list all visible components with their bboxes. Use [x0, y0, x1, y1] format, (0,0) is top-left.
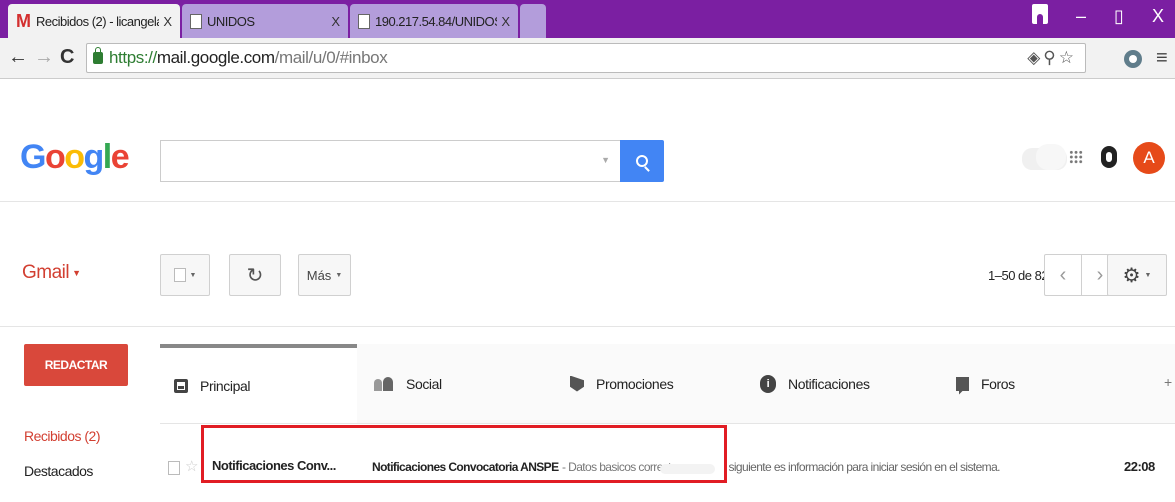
tab-ip-address[interactable]: 190.217.54.84/UNIDOS_Ec X [350, 4, 518, 38]
tag-icon [570, 375, 584, 392]
message-time: 22:08 [1124, 459, 1155, 474]
google-logo[interactable]: Google [20, 138, 130, 177]
address-bar[interactable]: https://mail.google.com/mail/u/0/#inbox … [86, 43, 1086, 73]
chevron-down-icon: ▼ [335, 271, 343, 279]
sidebar-item-starred[interactable]: Destacados [24, 463, 93, 479]
tab-title: UNIDOS [207, 13, 255, 29]
search-input[interactable]: ▼ [160, 140, 620, 182]
category-tabs: Principal Social Promociones i Notificac… [160, 344, 1175, 424]
people-icon [374, 376, 394, 391]
profile-icon[interactable] [1032, 4, 1048, 24]
compose-button[interactable]: REDACTAR [24, 344, 128, 386]
extension-icon[interactable] [1124, 50, 1142, 68]
back-arrow-icon[interactable]: ← [8, 46, 28, 69]
tab-label: Principal [200, 377, 251, 394]
tab-principal[interactable]: Principal [160, 344, 357, 423]
browser-toolbar: ← → C https://mail.google.com/mail/u/0/#… [0, 38, 1175, 79]
tab-unidos[interactable]: UNIDOS X [182, 4, 348, 38]
tab-gmail[interactable]: M Recibidos (2) - licangelaro X [8, 4, 180, 38]
browser-tab-bar: M Recibidos (2) - licangelaro X UNIDOS X… [0, 0, 1175, 38]
pagination-text: 1–50 de 82 [988, 268, 1049, 283]
url-text: https://mail.google.com/mail/u/0/#inbox [109, 48, 388, 67]
sidebar-item-inbox[interactable]: Recibidos (2) [24, 428, 100, 444]
settings-button[interactable]: ⚙ ▼ [1107, 254, 1167, 296]
checkbox-icon [173, 268, 186, 282]
divider [0, 201, 1175, 202]
tab-title: Recibidos (2) - licangelaro [36, 13, 159, 29]
menu-icon[interactable]: ≡ [1156, 47, 1168, 70]
gmail-icon: M [16, 10, 31, 31]
lock-icon [93, 47, 103, 64]
refresh-icon: ↻ [246, 264, 264, 287]
message-snippet: , siguiente es información para iniciar … [723, 460, 1000, 474]
search-button[interactable] [620, 140, 664, 182]
redacted-area [1022, 144, 1067, 170]
tab-social[interactable]: Social [360, 344, 555, 423]
tab-promociones[interactable]: Promociones [560, 344, 750, 423]
add-category-icon[interactable]: + [1164, 374, 1172, 390]
inbox-icon [174, 378, 188, 393]
forward-arrow-icon[interactable]: → [34, 46, 54, 69]
apps-grid-icon[interactable] [1069, 150, 1083, 164]
tab-close-icon[interactable]: X [163, 14, 172, 29]
notifications-icon[interactable] [1101, 146, 1117, 168]
more-button[interactable]: Más ▼ [298, 254, 351, 296]
tab-close-icon[interactable]: X [501, 14, 510, 29]
divider [0, 326, 1175, 327]
info-icon: i [760, 374, 776, 393]
maximize-button[interactable]: ▯ [1114, 6, 1124, 27]
chevron-down-icon: ▼ [189, 271, 197, 279]
tab-notificaciones[interactable]: i Notificaciones [750, 344, 946, 423]
search-options-icon[interactable]: ▼ [601, 155, 610, 165]
highlight-annotation [201, 425, 727, 483]
select-checkbox-button[interactable]: ▼ [160, 254, 210, 296]
refresh-button[interactable]: ↻ [229, 254, 281, 296]
tab-foros[interactable]: Foros [946, 344, 1146, 423]
row-checkbox[interactable] [168, 461, 180, 475]
tab-close-icon[interactable]: X [331, 14, 340, 29]
avatar[interactable]: A [1133, 142, 1165, 174]
gmail-menu[interactable]: Gmail ▼ [22, 262, 81, 284]
close-window-button[interactable]: X [1152, 6, 1164, 27]
minimize-button[interactable]: – [1076, 6, 1086, 27]
document-icon [190, 13, 202, 29]
chevron-down-icon: ▼ [72, 267, 81, 278]
more-label: Más [306, 267, 332, 283]
document-icon [358, 13, 370, 29]
new-tab-button[interactable] [520, 4, 546, 38]
omnibox-icons[interactable]: ◈⚲☆ [1027, 48, 1077, 68]
tab-label: Social [406, 375, 442, 392]
reload-icon[interactable]: C [60, 46, 74, 69]
tab-label: Promociones [596, 375, 674, 392]
search-icon [636, 155, 648, 167]
tab-label: Notificaciones [788, 375, 870, 392]
tab-label: Foros [981, 375, 1015, 392]
gear-icon: ⚙ [1122, 264, 1141, 287]
previous-page-button[interactable]: ‹ [1044, 254, 1082, 296]
star-icon[interactable]: ☆ [185, 457, 198, 475]
tab-title: 190.217.54.84/UNIDOS_Ec [375, 13, 497, 29]
chevron-down-icon: ▼ [1144, 271, 1152, 279]
forum-icon [956, 376, 969, 391]
